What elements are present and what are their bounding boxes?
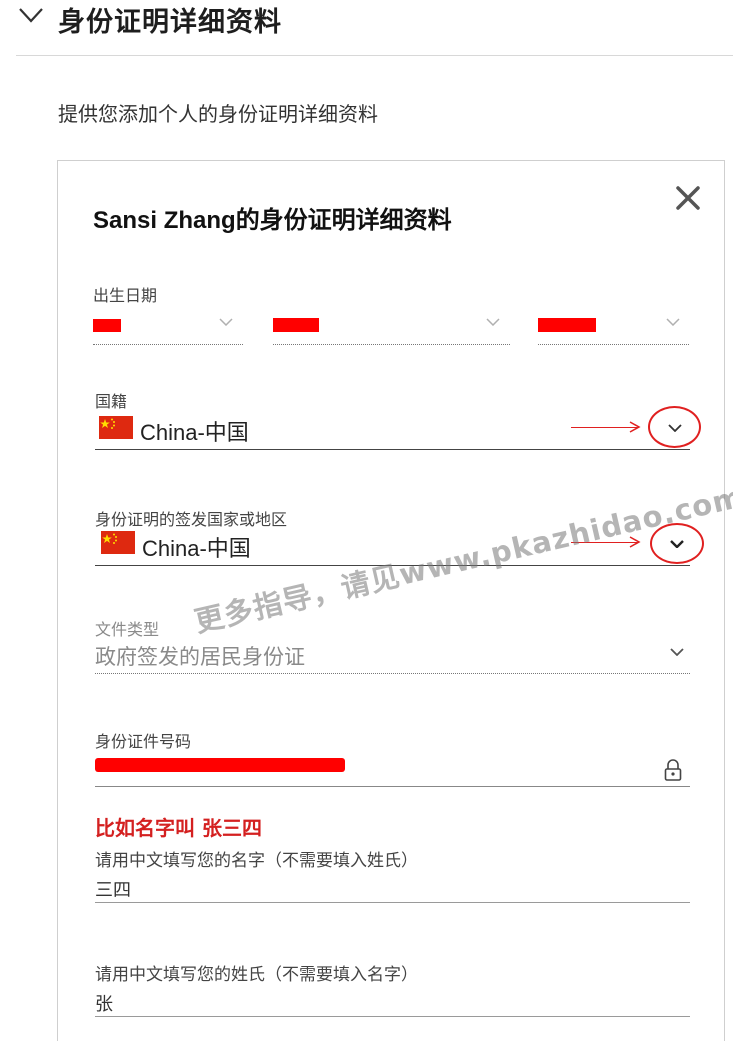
field-underline <box>95 673 690 674</box>
dob-day-select[interactable] <box>93 305 243 347</box>
field-underline <box>95 786 690 787</box>
redaction-mark <box>273 318 319 332</box>
dob-month-select[interactable] <box>273 305 510 347</box>
chevron-down-icon <box>219 318 233 326</box>
issuing-country-value: China-中国 <box>142 536 251 561</box>
redaction-mark <box>93 319 121 332</box>
document-type-label: 文件类型 <box>95 620 160 639</box>
nationality-select[interactable]: China-中国 <box>95 410 690 452</box>
surname-value: 张 <box>95 994 113 1015</box>
chevron-down-icon <box>486 318 500 326</box>
given-name-value: 三四 <box>95 880 131 901</box>
example-note: 比如名字叫 张三四 <box>95 816 262 840</box>
field-underline <box>93 344 243 345</box>
panel-title: Sansi Zhang的身份证明详细资料 <box>93 207 452 234</box>
arrowhead-icon <box>629 421 641 433</box>
close-icon[interactable] <box>670 180 704 214</box>
given-name-input[interactable]: 三四 <box>95 872 690 904</box>
identity-panel <box>57 160 725 1041</box>
id-number-input[interactable] <box>95 752 690 788</box>
field-underline <box>273 344 510 345</box>
id-number-label: 身份证件号码 <box>95 732 192 751</box>
lock-icon <box>664 759 682 781</box>
divider <box>16 55 733 56</box>
china-flag-icon <box>99 416 133 439</box>
china-flag-icon <box>101 531 135 554</box>
chevron-down-icon[interactable] <box>18 6 44 24</box>
document-type-value: 政府签发的居民身份证 <box>95 645 305 669</box>
chevron-down-icon <box>666 318 680 326</box>
surname-input[interactable]: 张 <box>95 986 690 1018</box>
dob-label: 出生日期 <box>93 286 158 305</box>
nationality-value: China-中国 <box>140 420 249 445</box>
redaction-mark <box>95 758 345 772</box>
field-underline <box>538 344 689 345</box>
surname-label: 请用中文填写您的姓氏（不需要填入名字） <box>95 965 418 985</box>
chevron-down-icon <box>670 648 684 656</box>
nationality-label: 国籍 <box>95 392 128 411</box>
annotation-circle <box>648 406 701 448</box>
section-header[interactable]: 身份证明详细资料 <box>0 0 733 56</box>
section-title: 身份证明详细资料 <box>58 7 282 38</box>
section-intro: 提供您添加个人的身份证明详细资料 <box>58 102 378 126</box>
given-name-label: 请用中文填写您的名字（不需要填入姓氏） <box>95 851 418 871</box>
field-underline <box>95 902 690 903</box>
redaction-mark <box>538 318 596 332</box>
dob-year-select[interactable] <box>538 305 689 347</box>
field-underline <box>95 1016 690 1017</box>
field-underline <box>95 449 690 450</box>
document-type-select[interactable]: 政府签发的居民身份证 <box>95 638 690 676</box>
